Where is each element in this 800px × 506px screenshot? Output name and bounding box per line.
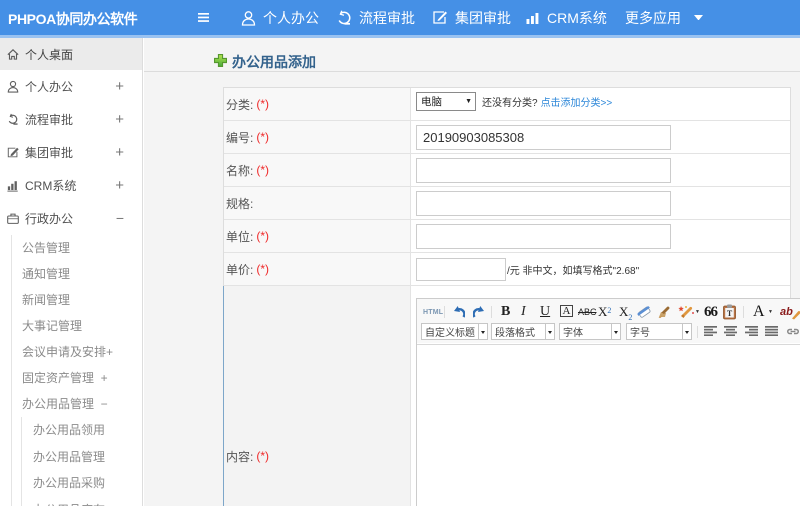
svg-text:T: T [727,309,733,318]
